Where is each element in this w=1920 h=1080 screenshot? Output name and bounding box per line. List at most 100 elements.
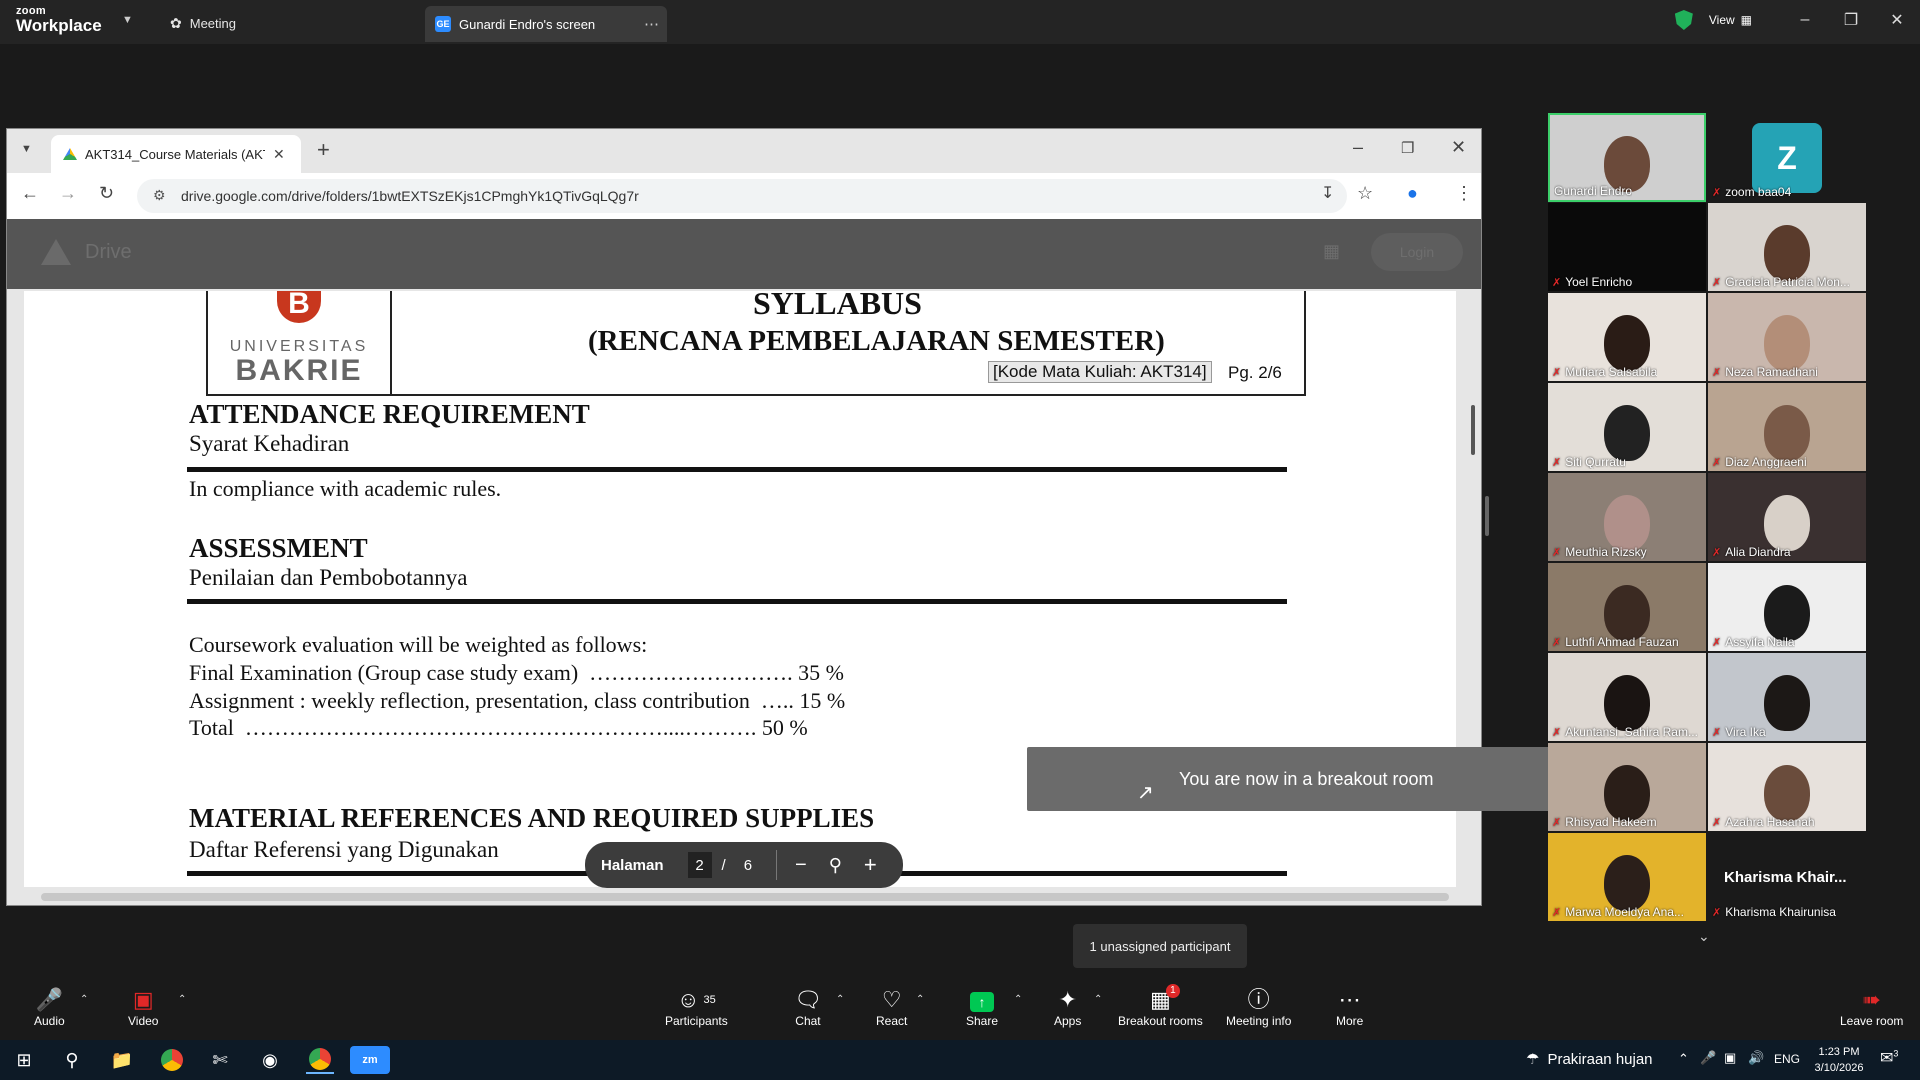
participant-name-text: Mutiara Salsabila — [1565, 365, 1658, 379]
tab-shared-screen[interactable]: GE Gunardi Endro's screen ⋯ — [425, 6, 667, 42]
new-tab-icon[interactable]: + — [317, 137, 330, 163]
leave-room-button[interactable]: ➠ Leave room — [1840, 986, 1903, 1028]
file-explorer-icon[interactable]: 📁 — [108, 1046, 136, 1074]
snipping-tool-icon[interactable]: ✄ — [206, 1046, 234, 1074]
zoom-in-icon[interactable]: + — [864, 852, 877, 878]
participant-tile[interactable]: ✗ Siti Qurratu — [1548, 383, 1706, 471]
restore-icon[interactable]: ❐ — [1828, 0, 1874, 40]
zoom-magnifier-icon[interactable]: ⚲ — [829, 855, 842, 876]
participant-tile[interactable]: ✗ Diaz Anggraeni — [1708, 383, 1866, 471]
participant-tile[interactable]: ✗ Alia Diandra — [1708, 473, 1866, 561]
participants-button[interactable]: ☺ 35 Participants — [665, 986, 728, 1028]
zoom-out-icon[interactable]: − — [795, 854, 807, 877]
site-info-icon[interactable]: ⚙ — [153, 187, 166, 204]
breakout-rooms-button[interactable]: ▦ 1 Breakout rooms — [1118, 984, 1203, 1028]
horizontal-scrollbar[interactable] — [41, 893, 1449, 901]
participant-tile[interactable]: Gunardi Endro — [1548, 113, 1706, 202]
chevron-down-icon[interactable]: ▼ — [122, 14, 133, 26]
bookmark-star-icon[interactable]: ☆ — [1357, 183, 1373, 204]
browser-restore-icon[interactable]: ❐ — [1401, 139, 1414, 157]
browser-tab[interactable]: AKT314_Course Materials (AKT) ✕ — [51, 135, 301, 173]
share-button[interactable]: ↑ Share — [966, 986, 998, 1028]
participant-tile[interactable]: Kharisma Khair... ✗ Kharisma Khairunisa — [1708, 833, 1866, 921]
react-button[interactable]: ♡ React — [876, 986, 907, 1028]
participant-name-text: zoom baa04 — [1725, 185, 1792, 199]
back-icon[interactable]: ← — [21, 183, 39, 204]
forward-icon[interactable]: → — [59, 183, 77, 204]
mic-muted-icon: ✗ — [1712, 186, 1722, 199]
search-icon[interactable]: ⚲ — [58, 1046, 86, 1074]
minimize-icon[interactable]: – — [1782, 0, 1828, 40]
network-icon[interactable]: ▣ — [1724, 1050, 1736, 1066]
apps-label: Apps — [1054, 1014, 1082, 1028]
apps-grid-icon[interactable]: ▦ — [1323, 241, 1340, 262]
video-button[interactable]: ▣ Video — [128, 986, 158, 1028]
gallery-scroll-down-icon[interactable]: ⌄ — [1698, 928, 1710, 945]
react-options-caret-icon[interactable]: ⌃ — [916, 994, 924, 1005]
language-indicator[interactable]: ENG — [1774, 1052, 1800, 1066]
participant-tile[interactable]: ✗ Neza Ramadhani — [1708, 293, 1866, 381]
participant-name-text: Azahra Hasanah — [1725, 815, 1815, 829]
page-current-input[interactable]: 2 — [687, 852, 712, 878]
vertical-scrollbar[interactable] — [1471, 405, 1475, 455]
section-subheading: Syarat Kehadiran — [189, 431, 350, 456]
apps-options-caret-icon[interactable]: ⌃ — [1094, 994, 1102, 1005]
doc-title: SYLLABUS — [753, 291, 922, 321]
tab-search-icon[interactable]: ▼ — [21, 143, 32, 155]
university-logo: B UNIVERSITAS BAKRIE — [208, 291, 392, 394]
camera-app-icon[interactable]: ◉ — [256, 1046, 284, 1074]
chrome-icon[interactable] — [158, 1046, 186, 1074]
login-button[interactable]: Login — [1371, 233, 1463, 271]
chrome-active-icon[interactable] — [306, 1046, 334, 1074]
close-icon[interactable]: ✕ — [1874, 0, 1920, 40]
mouse-cursor-icon: ↗ — [1137, 782, 1154, 804]
participant-tile[interactable]: ✗ Rhisyad Hakeem — [1548, 743, 1706, 831]
participant-tile[interactable]: ✗ Mutiara Salsabila — [1548, 293, 1706, 381]
windows-start-icon[interactable]: ⊞ — [10, 1046, 38, 1074]
more-options-icon[interactable]: ⋯ — [644, 15, 659, 33]
participant-video — [1604, 765, 1650, 821]
zoom-app-icon[interactable]: zm — [350, 1046, 390, 1074]
participant-tile[interactable]: ✗ Meuthia Rizsky — [1548, 473, 1706, 561]
share-options-caret-icon[interactable]: ⌃ — [1014, 994, 1022, 1005]
participant-tile[interactable]: ✗ Azahra Hasanah — [1708, 743, 1866, 831]
more-button[interactable]: ⋯ More — [1336, 986, 1363, 1028]
address-bar[interactable]: ⚙ drive.google.com/drive/folders/1bwtEXT… — [137, 179, 1347, 213]
splitter-handle[interactable] — [1485, 496, 1489, 536]
participant-tile[interactable]: ✗ Yoel Enricho — [1548, 203, 1706, 291]
audio-button[interactable]: 🎤 Audio — [34, 986, 65, 1028]
volume-icon[interactable]: 🔊 — [1748, 1050, 1764, 1066]
participant-tile[interactable]: ✗ Assyifa Naila — [1708, 563, 1866, 651]
section-subheading: Daftar Referensi yang Digunakan — [189, 837, 499, 862]
chat-button[interactable]: 🗨 Chat — [794, 986, 822, 1028]
participant-tile[interactable]: ✗ Vira Ika — [1708, 653, 1866, 741]
apps-button[interactable]: ✦ Apps — [1054, 986, 1081, 1028]
participant-name: ✗ Diaz Anggraeni — [1712, 455, 1807, 469]
zoom-title-bar: zoom Workplace ▼ ✿ Meeting GE Gunardi En… — [0, 0, 1920, 44]
reload-icon[interactable]: ↻ — [99, 183, 114, 204]
participant-tile[interactable]: Z ✗ zoom baa04 — [1708, 113, 1866, 201]
weather-widget[interactable]: ☂ Prakiraan hujan — [1526, 1050, 1653, 1069]
tray-chevron-icon[interactable]: ⌃ — [1678, 1051, 1689, 1067]
participant-tile[interactable]: ✗ Graciela Patricia Mon... — [1708, 203, 1866, 291]
microphone-tray-icon[interactable]: 🎤 — [1700, 1050, 1716, 1066]
tab-close-icon[interactable]: ✕ — [273, 146, 285, 163]
audio-options-caret-icon[interactable]: ⌃ — [80, 994, 88, 1005]
notification-icon[interactable]: ✉3 — [1880, 1048, 1898, 1068]
profile-icon[interactable]: ● — [1407, 183, 1418, 204]
install-icon[interactable]: ↧ — [1321, 183, 1334, 203]
browser-close-icon[interactable]: ✕ — [1451, 137, 1466, 158]
video-options-caret-icon[interactable]: ⌃ — [178, 994, 186, 1005]
view-button[interactable]: View ▦ — [1709, 13, 1752, 27]
meeting-info-button[interactable]: ⓘ Meeting info — [1226, 986, 1291, 1028]
mic-muted-icon: ✗ — [1552, 456, 1562, 469]
participant-tile[interactable]: ✗ Luthfi Ahmad Fauzan — [1548, 563, 1706, 651]
encryption-shield-icon[interactable] — [1674, 10, 1693, 30]
chat-options-caret-icon[interactable]: ⌃ — [836, 994, 844, 1005]
browser-minimize-icon[interactable]: – — [1353, 137, 1363, 158]
tab-meeting[interactable]: ✿ Meeting — [170, 10, 236, 36]
browser-menu-icon[interactable]: ⋮ — [1455, 183, 1473, 204]
participant-tile[interactable]: ✗ Akuntansi_Sahira Ram... — [1548, 653, 1706, 741]
clock[interactable]: 1:23 PM 3/10/2026 — [1812, 1044, 1866, 1076]
participant-tile[interactable]: ✗ Marwa Moeldya Ana... — [1548, 833, 1706, 921]
